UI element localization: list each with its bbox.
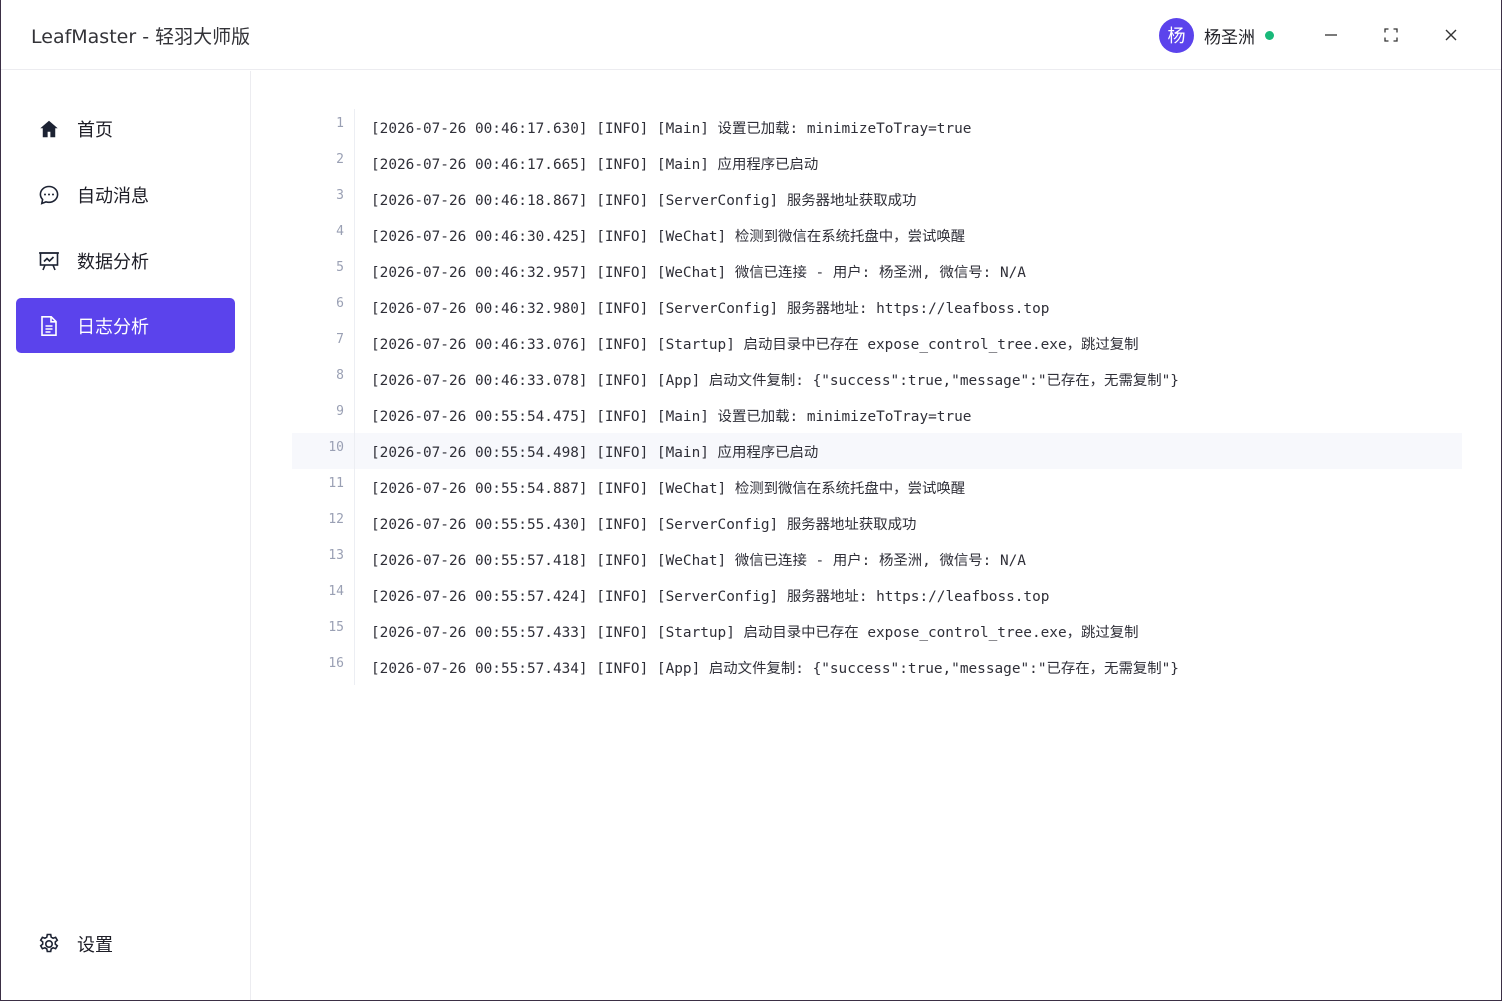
gutter-divider (354, 613, 355, 649)
log-line[interactable]: 9 [2026-07-26 00:55:54.475] [INFO] [Main]… (292, 397, 1462, 433)
log-line-text: [2026-07-26 00:46:33.078] [INFO] [App] 启… (371, 372, 1179, 389)
app-title: LeafMaster - 轻羽大师版 (31, 26, 251, 48)
log-line[interactable]: 13 [2026-07-26 00:55:57.418] [INFO] [WeCh… (292, 541, 1462, 577)
log-line[interactable]: 3 [2026-07-26 00:46:18.867] [INFO] [Serve… (292, 181, 1462, 217)
log-line-text: [2026-07-26 00:46:18.867] [INFO] [Server… (371, 192, 917, 209)
line-number: 11 (328, 475, 344, 491)
log-line-text: [2026-07-26 00:55:57.424] [INFO] [Server… (371, 588, 1050, 605)
line-number: 15 (328, 619, 344, 635)
gear-icon (37, 932, 61, 956)
minimize-button[interactable] (1316, 20, 1346, 50)
app-window: LeafMaster - 轻羽大师版 杨 杨圣洲 首页 自动消息 数据分析 日志… (1, 0, 1501, 1000)
gutter-divider (354, 253, 355, 289)
line-number: 4 (336, 223, 344, 239)
sidebar-item-home[interactable]: 首页 (16, 101, 235, 156)
log-line-text: [2026-07-26 00:55:54.498] [INFO] [Main] … (371, 444, 819, 461)
line-number: 1 (336, 115, 344, 131)
log-line[interactable]: 14 [2026-07-26 00:55:57.424] [INFO] [Serv… (292, 577, 1462, 613)
user-profile[interactable]: 杨 杨圣洲 (1159, 17, 1274, 53)
gutter-divider (354, 145, 355, 181)
log-line[interactable]: 11 [2026-07-26 00:55:54.887] [INFO] [WeCh… (292, 469, 1462, 505)
minimize-icon (1325, 34, 1337, 36)
log-line-text: [2026-07-26 00:46:32.957] [INFO] [WeChat… (371, 264, 1026, 281)
avatar[interactable]: 杨 (1159, 17, 1194, 53)
settings-button[interactable]: 设置 (16, 916, 235, 971)
settings-label: 设置 (77, 934, 113, 956)
user-name: 杨圣洲 (1204, 27, 1255, 48)
line-number: 16 (328, 655, 344, 671)
gutter-divider (354, 217, 355, 253)
log-line-text: [2026-07-26 00:55:54.887] [INFO] [WeChat… (371, 480, 966, 497)
line-number: 13 (328, 547, 344, 563)
gutter-divider (354, 109, 355, 145)
log-line[interactable]: 6 [2026-07-26 00:46:32.980] [INFO] [Serve… (292, 289, 1462, 325)
log-line[interactable]: 1 [2026-07-26 00:46:17.630] [INFO] [Main]… (292, 109, 1462, 145)
log-line[interactable]: 15 [2026-07-26 00:55:57.433] [INFO] [Star… (292, 613, 1462, 649)
line-number: 14 (328, 583, 344, 599)
log-line[interactable]: 12 [2026-07-26 00:55:55.430] [INFO] [Serv… (292, 505, 1462, 541)
gutter-divider (354, 433, 355, 469)
log-panel[interactable]: 1 [2026-07-26 00:46:17.630] [INFO] [Main]… (252, 71, 1501, 1000)
log-line[interactable]: 4 [2026-07-26 00:46:30.425] [INFO] [WeCha… (292, 217, 1462, 253)
close-icon (1445, 29, 1457, 41)
line-number: 7 (336, 331, 344, 347)
log-line[interactable]: 2 [2026-07-26 00:46:17.665] [INFO] [Main]… (292, 145, 1462, 181)
maximize-button[interactable] (1376, 20, 1406, 50)
document-icon (37, 314, 61, 338)
presentation-chart-icon (37, 249, 61, 273)
sidebar-item-label: 首页 (77, 119, 113, 141)
line-number: 3 (336, 187, 344, 203)
sidebar-item-label: 日志分析 (77, 316, 149, 338)
line-number: 12 (328, 511, 344, 527)
gutter-divider (354, 397, 355, 433)
log-line-text: [2026-07-26 00:55:57.434] [INFO] [App] 启… (371, 660, 1179, 677)
maximize-icon (1384, 28, 1398, 42)
log-line-text: [2026-07-26 00:55:57.433] [INFO] [Startu… (371, 624, 1139, 641)
log-line[interactable]: 16 [2026-07-26 00:55:57.434] [INFO] [App]… (292, 649, 1462, 685)
sidebar-item-auto-message[interactable]: 自动消息 (16, 167, 235, 222)
online-status-dot (1265, 30, 1274, 40)
gutter-divider (354, 577, 355, 613)
line-number: 6 (336, 295, 344, 311)
gutter-divider (354, 649, 355, 685)
log-viewer[interactable]: 1 [2026-07-26 00:46:17.630] [INFO] [Main]… (292, 109, 1462, 685)
gutter-divider (354, 325, 355, 361)
sidebar-item-log-analysis[interactable]: 日志分析 (16, 298, 235, 353)
line-number: 9 (336, 403, 344, 419)
log-line-text: [2026-07-26 00:46:17.665] [INFO] [Main] … (371, 156, 819, 173)
log-line[interactable]: 10 [2026-07-26 00:55:54.498] [INFO] [Main… (292, 433, 1462, 469)
line-number: 10 (328, 439, 344, 455)
log-line[interactable]: 5 [2026-07-26 00:46:32.957] [INFO] [WeCha… (292, 253, 1462, 289)
home-icon (37, 117, 61, 141)
chat-bubble-icon (37, 183, 61, 207)
gutter-divider (354, 505, 355, 541)
line-number: 2 (336, 151, 344, 167)
line-number: 8 (336, 367, 344, 383)
sidebar-item-label: 数据分析 (77, 251, 149, 273)
close-button[interactable] (1436, 20, 1466, 50)
log-line-text: [2026-07-26 00:55:57.418] [INFO] [WeChat… (371, 552, 1026, 569)
sidebar-item-label: 自动消息 (77, 185, 149, 207)
gutter-divider (354, 361, 355, 397)
sidebar-item-data-analysis[interactable]: 数据分析 (16, 233, 235, 288)
log-line[interactable]: 8 [2026-07-26 00:46:33.078] [INFO] [App] … (292, 361, 1462, 397)
gutter-divider (354, 469, 355, 505)
gutter-divider (354, 289, 355, 325)
title-bar[interactable]: LeafMaster - 轻羽大师版 杨 杨圣洲 (1, 0, 1501, 70)
log-line[interactable]: 7 [2026-07-26 00:46:33.076] [INFO] [Start… (292, 325, 1462, 361)
log-line-text: [2026-07-26 00:46:30.425] [INFO] [WeChat… (371, 228, 966, 245)
log-line-text: [2026-07-26 00:46:17.630] [INFO] [Main] … (371, 120, 972, 137)
sidebar: 首页 自动消息 数据分析 日志分析 设置 (1, 71, 251, 1000)
gutter-divider (354, 181, 355, 217)
log-line-text: [2026-07-26 00:46:33.076] [INFO] [Startu… (371, 336, 1139, 353)
log-line-text: [2026-07-26 00:46:32.980] [INFO] [Server… (371, 300, 1050, 317)
log-line-text: [2026-07-26 00:55:54.475] [INFO] [Main] … (371, 408, 972, 425)
gutter-divider (354, 541, 355, 577)
line-number: 5 (336, 259, 344, 275)
log-line-text: [2026-07-26 00:55:55.430] [INFO] [Server… (371, 516, 917, 533)
